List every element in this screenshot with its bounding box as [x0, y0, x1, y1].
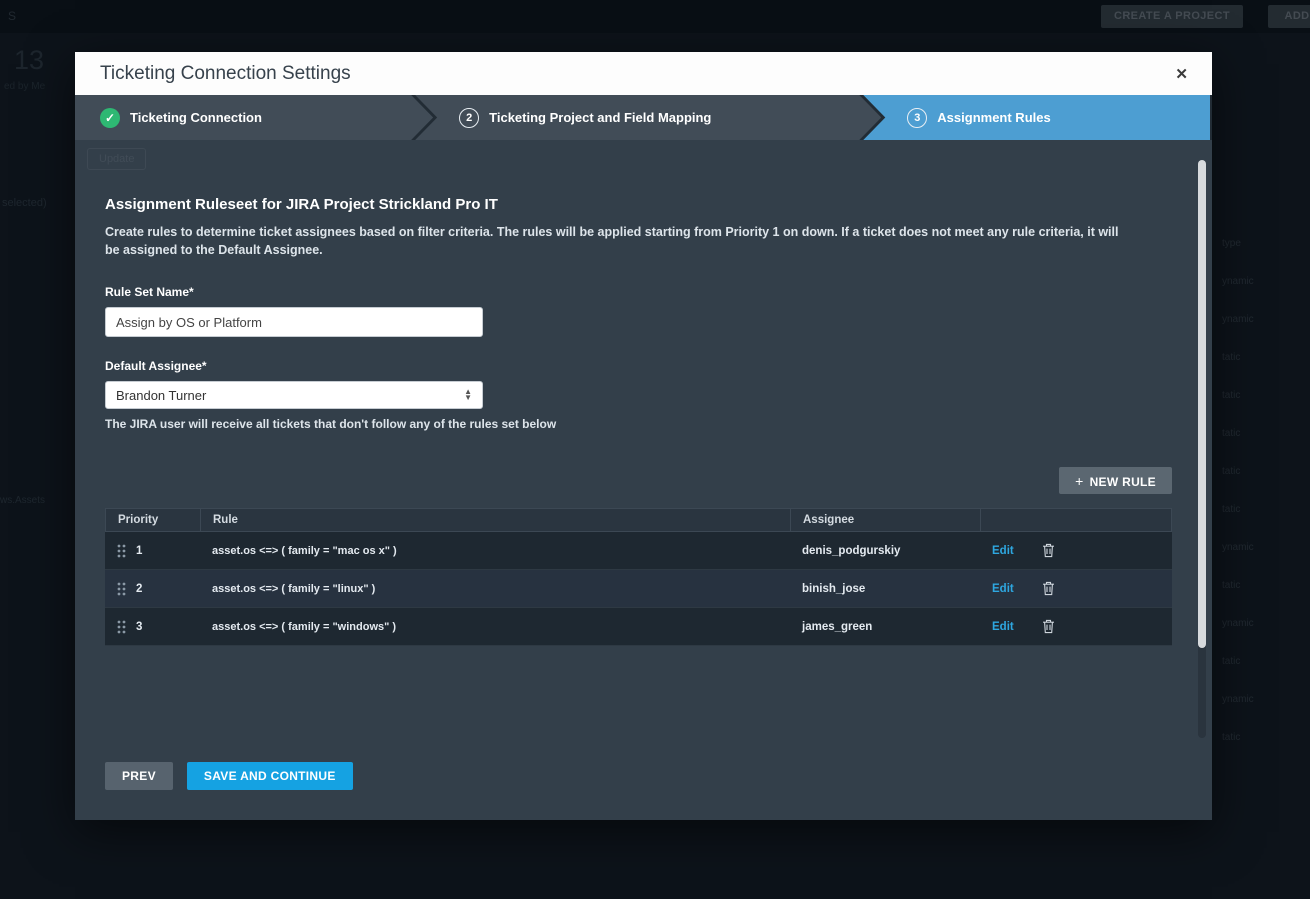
- ticketing-connection-settings-modal: Ticketing Connection Settings ✕ ✓ Ticket…: [75, 52, 1212, 820]
- step-project-field-mapping[interactable]: 2 Ticketing Project and Field Mapping: [415, 95, 881, 140]
- save-and-continue-button[interactable]: SAVE AND CONTINUE: [187, 762, 353, 790]
- check-icon: ✓: [100, 108, 120, 128]
- step-number-icon: 3: [907, 108, 927, 128]
- rule-priority: 3: [136, 621, 142, 633]
- modal-scrollbar[interactable]: [1198, 160, 1206, 738]
- column-header-assignee: Assignee: [791, 509, 981, 531]
- ruleset-heading: Assignment Ruleseet for JIRA Project Str…: [105, 196, 1172, 213]
- rule-set-name-label: Rule Set Name*: [105, 285, 1172, 299]
- step-label: Ticketing Project and Field Mapping: [489, 110, 711, 125]
- select-updown-icon: ▲▼: [464, 389, 472, 401]
- step-label: Assignment Rules: [937, 110, 1050, 125]
- ruleset-description: Create rules to determine ticket assigne…: [105, 223, 1125, 259]
- delete-rule-trash-icon[interactable]: [1042, 581, 1055, 596]
- modal-footer: PREV SAVE AND CONTINUE: [105, 762, 1172, 790]
- modal-body: Update Assignment Ruleseet for JIRA Proj…: [75, 140, 1212, 820]
- rule-priority: 1: [136, 545, 142, 557]
- step-ticketing-connection[interactable]: ✓ Ticketing Connection: [75, 95, 433, 140]
- new-rule-row: +NEW RULE: [105, 467, 1172, 494]
- step-assignment-rules[interactable]: 3 Assignment Rules: [863, 95, 1210, 140]
- assignment-rules-table: Priority Rule Assignee 1 asset.os <=> ( …: [105, 508, 1172, 646]
- edit-rule-link[interactable]: Edit: [992, 583, 1014, 595]
- rule-priority: 2: [136, 583, 142, 595]
- edit-rule-link[interactable]: Edit: [992, 545, 1014, 557]
- rule-assignee: binish_jose: [802, 583, 865, 595]
- step-number-icon: 2: [459, 108, 479, 128]
- default-assignee-value: Brandon Turner: [116, 388, 464, 403]
- new-rule-button[interactable]: +NEW RULE: [1059, 467, 1172, 494]
- default-assignee-select[interactable]: Brandon Turner ▲▼: [105, 381, 483, 409]
- close-icon[interactable]: ✕: [1169, 61, 1194, 87]
- drag-handle-icon[interactable]: [117, 581, 126, 597]
- rule-assignee: denis_podgurskiy: [802, 545, 900, 557]
- prev-button[interactable]: PREV: [105, 762, 173, 790]
- rule-expression: asset.os <=> ( family = "linux" ): [212, 583, 375, 595]
- delete-rule-trash-icon[interactable]: [1042, 543, 1055, 558]
- default-assignee-label: Default Assignee*: [105, 359, 1172, 373]
- rule-expression: asset.os <=> ( family = "windows" ): [212, 621, 396, 633]
- wizard-stepper: ✓ Ticketing Connection 2 Ticketing Proje…: [75, 95, 1212, 140]
- drag-handle-icon[interactable]: [117, 619, 126, 635]
- column-header-actions: [981, 509, 1171, 531]
- rule-set-name-input[interactable]: [105, 307, 483, 337]
- column-header-rule: Rule: [201, 509, 791, 531]
- modal-header: Ticketing Connection Settings ✕: [75, 52, 1212, 95]
- table-row: 1 asset.os <=> ( family = "mac os x" ) d…: [105, 532, 1172, 570]
- bg-update-button-fragment: Update: [87, 148, 146, 170]
- rule-assignee: james_green: [802, 621, 872, 633]
- plus-icon: +: [1075, 473, 1083, 489]
- scrollbar-thumb[interactable]: [1198, 160, 1206, 648]
- modal-title: Ticketing Connection Settings: [100, 63, 1169, 85]
- default-assignee-help: The JIRA user will receive all tickets t…: [105, 417, 1172, 431]
- drag-handle-icon[interactable]: [117, 543, 126, 559]
- edit-rule-link[interactable]: Edit: [992, 621, 1014, 633]
- table-row: 3 asset.os <=> ( family = "windows" ) ja…: [105, 608, 1172, 646]
- delete-rule-trash-icon[interactable]: [1042, 619, 1055, 634]
- rule-expression: asset.os <=> ( family = "mac os x" ): [212, 545, 397, 557]
- table-header-row: Priority Rule Assignee: [105, 508, 1172, 532]
- table-row: 2 asset.os <=> ( family = "linux" ) bini…: [105, 570, 1172, 608]
- column-header-priority: Priority: [106, 509, 201, 531]
- step-label: Ticketing Connection: [130, 110, 262, 125]
